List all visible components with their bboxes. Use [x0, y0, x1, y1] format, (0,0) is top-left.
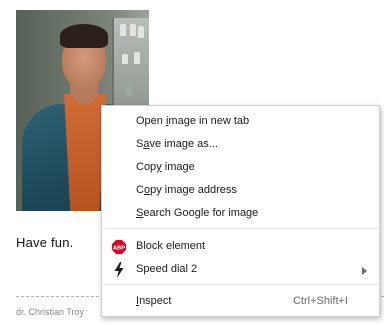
adblock-plus-icon: ABP: [111, 239, 127, 255]
menu-item-copy-image-address[interactable]: Copy image address: [102, 180, 379, 202]
menu-item-copy-image[interactable]: Copy image: [102, 157, 379, 179]
menu-item-label: Copy image address: [136, 184, 237, 196]
menu-item-label: Inspect: [136, 295, 172, 307]
author-name: dr. Christian Troy: [16, 307, 85, 317]
menu-item-label: Open image in new tab: [136, 115, 250, 127]
menu-item-label: Search Google for image: [136, 207, 259, 219]
menu-separator: [103, 228, 378, 229]
menu-item-search-google-for-image[interactable]: Search Google for image: [102, 203, 379, 225]
menu-item-label: Block element: [136, 240, 206, 252]
menu-item-open-image-new-tab[interactable]: Open image in new tab: [102, 111, 379, 133]
photo-shirt: [64, 94, 106, 211]
menu-item-save-image-as[interactable]: Save image as...: [102, 134, 379, 156]
menu-item-label: Save image as...: [136, 138, 218, 150]
menu-item-speed-dial[interactable]: Speed dial 2: [102, 259, 379, 281]
menu-item-label: Copy image: [136, 161, 195, 173]
menu-item-shortcut: Ctrl+Shift+I: [292, 295, 348, 307]
menu-item-block-element[interactable]: ABP Block element: [102, 236, 379, 258]
menu-separator: [103, 284, 378, 285]
submenu-arrow-icon: [362, 267, 367, 275]
svg-text:ABP: ABP: [113, 246, 125, 252]
caption-text: Have fun.: [16, 235, 74, 250]
menu-item-inspect[interactable]: Inspect Ctrl+Shift+I: [102, 291, 379, 313]
photo-hair: [60, 24, 108, 48]
context-menu: Open image in new tab Save image as... C…: [101, 105, 380, 317]
menu-item-label: Speed dial 2: [136, 263, 198, 275]
photo-shelf: [112, 18, 149, 114]
lightning-bolt-icon: [114, 262, 124, 278]
